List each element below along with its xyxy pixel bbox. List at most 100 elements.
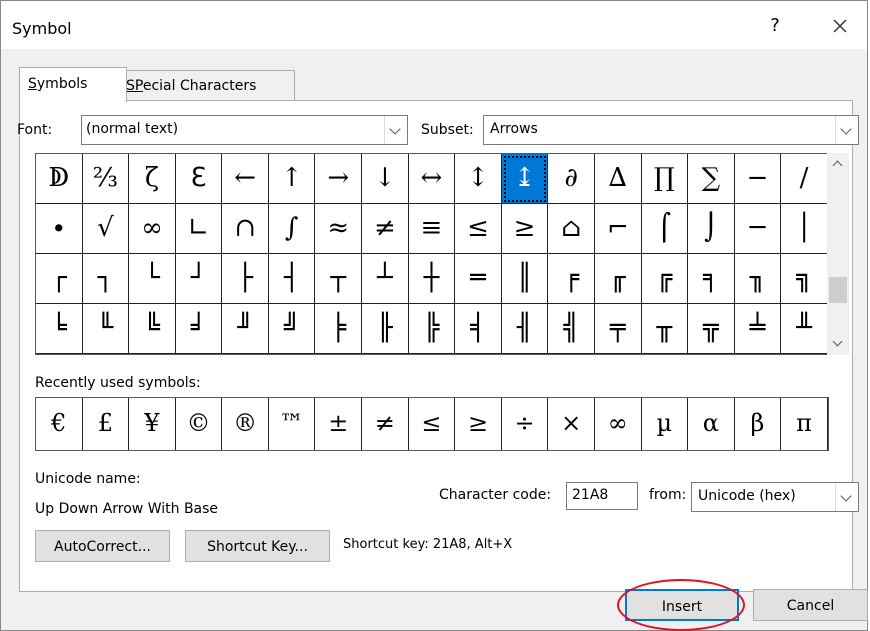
symbol-cell[interactable]: ╚ — [129, 304, 176, 354]
from-dropdown[interactable]: Unicode (hex) — [691, 482, 859, 512]
cancel-button[interactable]: Cancel — [753, 589, 868, 621]
subset-dropdown[interactable]: Arrows — [483, 115, 859, 145]
symbol-cell[interactable]: ╕ — [688, 254, 735, 304]
symbol-cell[interactable]: ╟ — [362, 304, 409, 354]
scroll-up-icon[interactable] — [827, 153, 849, 173]
symbol-cell[interactable]: ╗ — [781, 254, 828, 304]
symbol-cell[interactable]: − — [734, 154, 782, 204]
symbol-cell[interactable]: ╧ — [734, 304, 782, 354]
chevron-down-icon[interactable] — [835, 483, 858, 511]
recent-symbol-cell[interactable]: ® — [222, 398, 269, 450]
symbol-cell[interactable]: ┐ — [82, 254, 130, 304]
recent-symbol-cell[interactable]: × — [548, 398, 595, 450]
recent-symbol-cell[interactable]: ± — [315, 398, 363, 450]
recent-symbol-cell[interactable]: ÷ — [502, 398, 549, 450]
symbol-cell[interactable]: ∙ — [36, 204, 83, 254]
symbol-cell[interactable]: ∟ — [175, 204, 223, 254]
symbol-grid-scrollbar[interactable] — [827, 153, 849, 355]
symbol-cell[interactable]: ≈ — [315, 204, 363, 254]
font-dropdown[interactable]: (normal text) — [81, 115, 408, 145]
symbol-cell[interactable]: ∆ — [594, 154, 642, 204]
symbol-cell[interactable]: ↁ — [36, 154, 83, 204]
recent-symbol-cell[interactable]: £ — [83, 398, 130, 450]
symbol-cell[interactable]: ↓ — [362, 154, 409, 204]
symbol-cell[interactable]: ═ — [455, 254, 502, 304]
character-code-input[interactable]: 21A8 — [566, 482, 638, 510]
symbol-cell[interactable]: ╒ — [548, 254, 595, 304]
symbol-cell[interactable]: ⌠ — [641, 204, 689, 254]
symbol-cell[interactable]: ∫ — [268, 204, 316, 254]
recent-symbol-cell[interactable]: ≠ — [362, 398, 409, 450]
symbol-cell[interactable]: ╥ — [641, 304, 689, 354]
symbol-cell[interactable]: ╠ — [408, 304, 456, 354]
symbol-cell[interactable]: √ — [82, 204, 130, 254]
symbol-cell[interactable]: ↕ — [455, 154, 502, 204]
symbol-cell[interactable]: ∂ — [548, 154, 595, 204]
symbol-cell[interactable]: ╡ — [455, 304, 502, 354]
symbol-cell[interactable]: ┌ — [36, 254, 83, 304]
recent-symbol-cell[interactable]: ∞ — [595, 398, 642, 450]
symbol-cell[interactable]: ↑ — [268, 154, 316, 204]
symbol-cell[interactable]: ┤ — [268, 254, 316, 304]
symbol-cell[interactable]: ┼ — [408, 254, 456, 304]
symbol-cell[interactable]: ∏ — [641, 154, 689, 204]
symbol-cell[interactable]: ↔ — [408, 154, 456, 204]
close-icon[interactable] — [823, 9, 857, 43]
symbol-cell[interactable]: ╣ — [548, 304, 595, 354]
scroll-down-icon[interactable] — [827, 335, 849, 355]
tab-special-characters[interactable]: SPecial Characters — [117, 70, 295, 101]
recent-symbol-cell[interactable]: µ — [642, 398, 689, 450]
recent-symbol-cell[interactable]: € — [36, 398, 83, 450]
symbol-cell[interactable]: ← — [222, 154, 269, 204]
recent-symbol-cell[interactable]: ™ — [269, 398, 316, 450]
symbol-cell[interactable]: └ — [129, 254, 176, 304]
symbol-cell[interactable]: ║ — [501, 254, 549, 304]
symbol-cell[interactable]: ─ — [734, 204, 782, 254]
symbol-cell[interactable]: ├ — [222, 254, 269, 304]
symbol-cell[interactable]: ∕ — [781, 154, 828, 204]
symbol-cell[interactable]: ⌐ — [594, 204, 642, 254]
symbol-cell[interactable]: ╜ — [222, 304, 269, 354]
symbol-cell[interactable]: ╦ — [688, 304, 735, 354]
symbol-cell[interactable]: ≠ — [362, 204, 409, 254]
chevron-down-icon[interactable] — [384, 116, 407, 144]
symbol-cell[interactable]: ┘ — [175, 254, 223, 304]
recent-symbol-cell[interactable]: ≥ — [455, 398, 502, 450]
symbol-cell[interactable]: ╛ — [175, 304, 223, 354]
symbol-cell[interactable]: ╢ — [501, 304, 549, 354]
symbol-cell[interactable]: ∑ — [688, 154, 735, 204]
symbol-cell[interactable]: ╘ — [36, 304, 83, 354]
recent-symbol-cell[interactable]: π — [781, 398, 828, 450]
scroll-thumb[interactable] — [829, 277, 847, 303]
symbol-cell[interactable]: ╨ — [781, 304, 828, 354]
recent-symbol-cell[interactable]: ¥ — [129, 398, 176, 450]
symbol-cell[interactable]: ↨ — [501, 154, 549, 204]
symbol-cell[interactable]: ╤ — [594, 304, 642, 354]
symbol-cell[interactable]: ⌡ — [688, 204, 735, 254]
chevron-down-icon[interactable] — [835, 116, 858, 144]
symbol-cell[interactable]: ∩ — [222, 204, 269, 254]
symbol-cell[interactable]: ≡ — [408, 204, 456, 254]
recent-symbol-cell[interactable]: α — [688, 398, 735, 450]
symbol-cell[interactable]: │ — [781, 204, 828, 254]
symbol-cell[interactable]: ┴ — [362, 254, 409, 304]
symbol-cell[interactable]: ζ — [129, 154, 176, 204]
symbol-cell[interactable]: ╝ — [268, 304, 316, 354]
symbol-cell[interactable]: ╔ — [641, 254, 689, 304]
recent-symbol-cell[interactable]: ≤ — [409, 398, 456, 450]
symbol-cell[interactable]: ≥ — [501, 204, 549, 254]
symbol-cell[interactable]: ┬ — [315, 254, 363, 304]
symbol-cell[interactable]: ≤ — [455, 204, 502, 254]
symbol-cell[interactable]: ℇ — [175, 154, 223, 204]
symbol-cell[interactable]: ╓ — [594, 254, 642, 304]
help-button[interactable]: ? — [758, 9, 792, 43]
recent-symbol-cell[interactable]: © — [176, 398, 223, 450]
tab-symbols[interactable]: Symbols — [19, 67, 127, 102]
autocorrect-button[interactable]: AutoCorrect... — [35, 530, 170, 562]
symbol-cell[interactable]: → — [315, 154, 363, 204]
symbol-cell[interactable]: ╖ — [734, 254, 782, 304]
symbol-cell[interactable]: ╙ — [82, 304, 130, 354]
symbol-cell[interactable]: ⅔ — [82, 154, 130, 204]
shortcut-key-button[interactable]: Shortcut Key... — [185, 530, 330, 562]
recent-symbol-cell[interactable]: β — [735, 398, 782, 450]
